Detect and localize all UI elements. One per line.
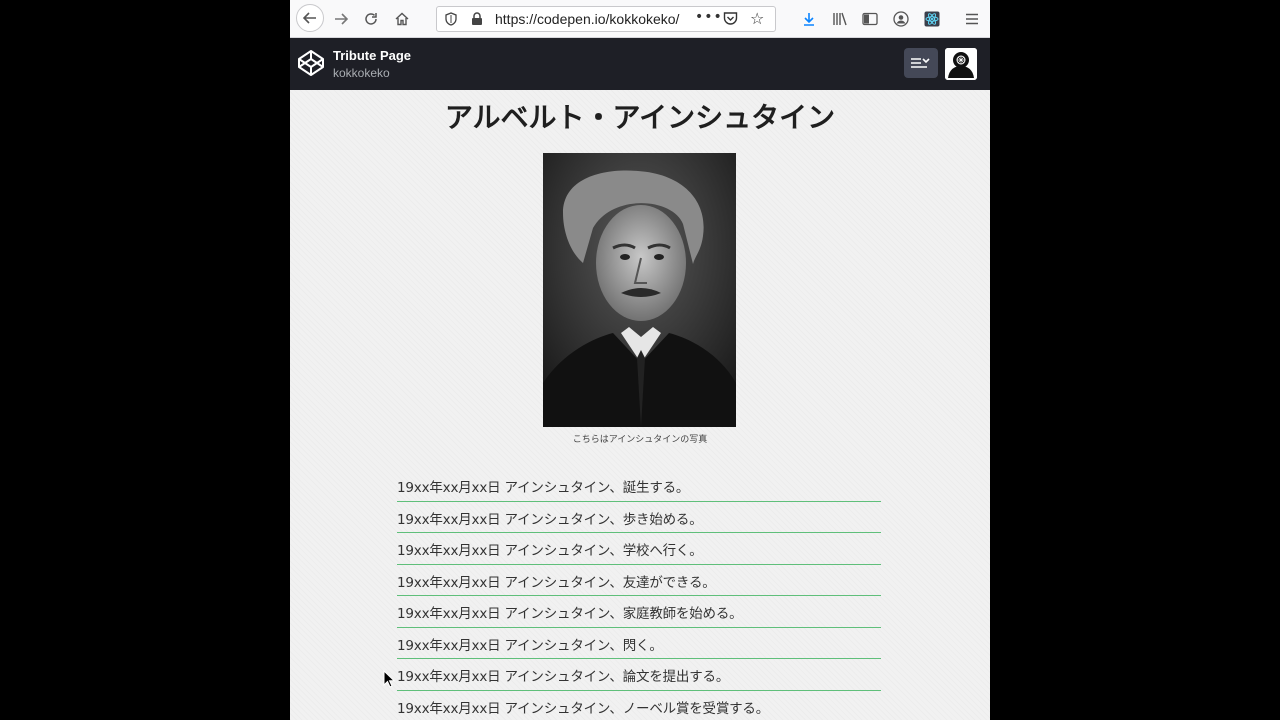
menu-button[interactable]	[959, 6, 985, 32]
pen-author[interactable]: kokkokeko	[333, 66, 390, 80]
reload-icon	[365, 13, 377, 25]
downloads-button[interactable]	[796, 6, 822, 32]
timeline-item: 19xx年xx月xx日 アインシュタイン、ノーベル賞を受賞する。	[397, 691, 881, 720]
codepen-logo-icon[interactable]	[296, 48, 326, 78]
browser-toolbar: https://codepen.io/kokkokeko/ ••• ☆	[290, 0, 990, 38]
account-icon	[893, 11, 909, 27]
tracking-shield-icon[interactable]	[445, 12, 457, 26]
account-button[interactable]	[888, 6, 914, 32]
sidebar-button[interactable]	[857, 6, 883, 32]
pen-title[interactable]: Tribute Page	[333, 48, 411, 63]
react-extension-button[interactable]	[919, 6, 945, 32]
timeline-item: 19xx年xx月xx日 アインシュタイン、閃く。	[397, 628, 881, 659]
timeline-item: 19xx年xx月xx日 アインシュタイン、家庭教師を始める。	[397, 596, 881, 628]
back-arrow-icon	[303, 12, 316, 24]
change-view-button[interactable]	[904, 48, 938, 78]
page-title: アルベルト・アインシュタイン	[444, 101, 836, 134]
home-button[interactable]	[389, 6, 415, 32]
avatar-icon	[945, 48, 977, 80]
pocket-icon[interactable]	[723, 11, 738, 26]
reload-button[interactable]	[358, 6, 384, 32]
bookmark-star-icon[interactable]: ☆	[750, 9, 764, 28]
einstein-photo	[543, 153, 736, 427]
library-icon	[833, 12, 847, 26]
lock-icon[interactable]	[471, 12, 483, 26]
codepen-header: Tribute Page kokkokeko	[290, 38, 990, 90]
hamburger-menu-icon	[966, 13, 978, 25]
forward-button[interactable]	[328, 6, 354, 32]
mouse-cursor-icon	[383, 670, 395, 688]
url-bar[interactable]: https://codepen.io/kokkokeko/ ••• ☆	[436, 6, 776, 32]
user-avatar[interactable]	[945, 48, 977, 80]
timeline-item: 19xx年xx月xx日 アインシュタイン、誕生する。	[397, 470, 881, 502]
url-text[interactable]: https://codepen.io/kokkokeko/	[495, 11, 691, 27]
timeline-item: 19xx年xx月xx日 アインシュタイン、学校へ行く。	[397, 533, 881, 565]
sidebar-icon	[862, 12, 878, 26]
timeline-item: 19xx年xx月xx日 アインシュタイン、論文を提出する。	[397, 659, 881, 691]
timeline-list: 19xx年xx月xx日 アインシュタイン、誕生する。 19xx年xx月xx日 ア…	[397, 470, 881, 720]
forward-arrow-icon	[335, 13, 348, 25]
download-icon	[804, 13, 814, 26]
timeline-item: 19xx年xx月xx日 アインシュタイン、歩き始める。	[397, 502, 881, 533]
tribute-page: アルベルト・アインシュタイン こちらはアインシュタインの写真 19xx年xx月x…	[290, 90, 990, 720]
browser-window: https://codepen.io/kokkokeko/ ••• ☆ Trib…	[290, 0, 990, 720]
library-button[interactable]	[827, 6, 853, 32]
change-view-icon	[911, 58, 930, 68]
page-actions-menu-icon[interactable]: •••	[695, 9, 723, 25]
photo-caption: こちらはアインシュタインの写真	[572, 435, 708, 445]
react-extension-icon	[924, 11, 940, 27]
timeline-item: 19xx年xx月xx日 アインシュタイン、友達ができる。	[397, 565, 881, 596]
home-icon	[395, 12, 409, 26]
back-button[interactable]	[296, 4, 324, 32]
